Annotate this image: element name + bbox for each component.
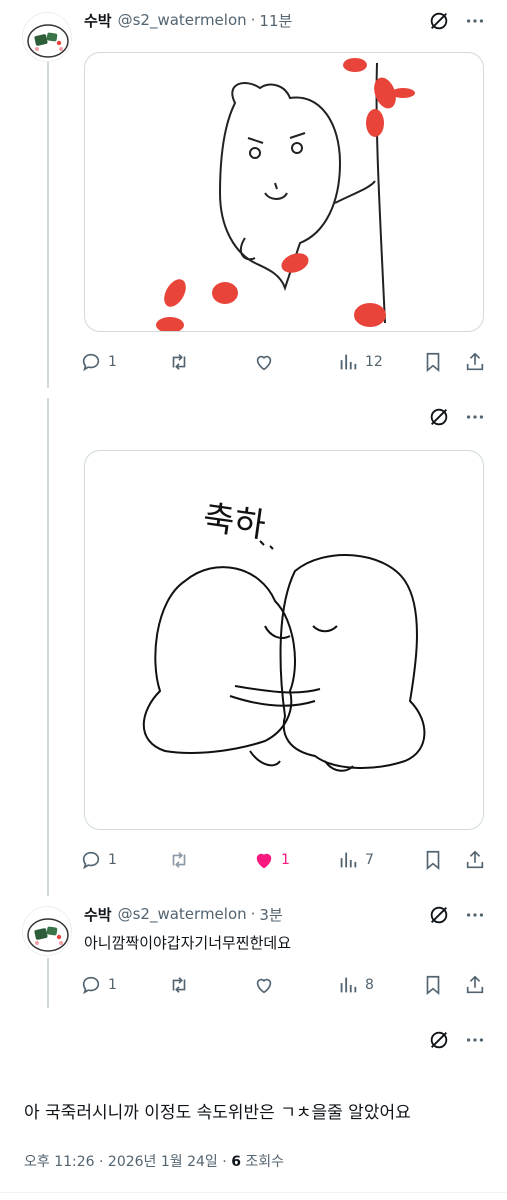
thread-line xyxy=(47,958,49,1008)
post-image[interactable] xyxy=(84,52,484,332)
post-time[interactable]: 오후 11:26 xyxy=(24,1154,95,1170)
retweet-button[interactable] xyxy=(168,847,196,873)
separator: · xyxy=(99,1154,104,1170)
like-count: 1 xyxy=(281,852,290,868)
bookmark-icon xyxy=(426,352,440,373)
views-count: 7 xyxy=(365,852,374,868)
thread-line xyxy=(47,398,49,896)
grok-icon[interactable] xyxy=(426,404,452,430)
share-button[interactable] xyxy=(464,847,486,873)
share-icon xyxy=(466,352,484,371)
post-date[interactable]: 2026년 1월 24일 xyxy=(108,1154,218,1170)
divider xyxy=(0,1192,507,1193)
more-icon[interactable] xyxy=(462,404,488,430)
author-name[interactable]: 수박 xyxy=(84,10,112,31)
views-count: 12 xyxy=(365,354,383,370)
views-label: 조회수 xyxy=(245,1154,285,1170)
bookmark-icon xyxy=(426,850,440,871)
grok-icon[interactable] xyxy=(426,1027,452,1053)
thread-line xyxy=(47,60,49,388)
retweet-icon xyxy=(172,852,186,868)
author-handle[interactable]: @s2_watermelon xyxy=(118,11,247,29)
image-caption: 축하 xyxy=(201,498,269,546)
retweet-button[interactable] xyxy=(168,349,196,375)
bookmark-button[interactable] xyxy=(422,847,444,873)
reply-button[interactable]: 1 xyxy=(80,349,117,375)
tweet-text: 아니깜짝이야갑자기너무찐한데요 xyxy=(84,934,292,952)
retweet-icon xyxy=(172,977,186,993)
reply-count: 1 xyxy=(108,852,117,868)
like-icon xyxy=(256,978,272,994)
share-icon xyxy=(466,975,484,994)
like-button[interactable] xyxy=(253,972,281,998)
more-icon[interactable] xyxy=(462,8,488,34)
views-count: 8 xyxy=(365,977,374,993)
grok-icon[interactable] xyxy=(426,8,452,34)
like-icon xyxy=(256,355,272,371)
avatar[interactable] xyxy=(22,906,72,956)
main-post-text: 아 국죽러시니까 이정도 속도위반은 ㄱㅊ을줄 알았어요 xyxy=(24,1103,411,1123)
reply-button[interactable]: 1 xyxy=(80,847,117,873)
more-icon[interactable] xyxy=(462,902,488,928)
share-button[interactable] xyxy=(464,972,486,998)
post-meta: 오후 11:26 · 2026년 1월 24일 · 6 조회수 xyxy=(24,1151,284,1171)
post-header: 수박 @s2_watermelon · 11분 xyxy=(84,9,292,31)
retweet-icon xyxy=(172,354,186,370)
share-icon xyxy=(466,850,484,869)
reply-count: 1 xyxy=(108,354,117,370)
views-count: 6 xyxy=(231,1154,241,1170)
reply-icon xyxy=(82,851,100,870)
views-button[interactable]: 8 xyxy=(337,972,374,998)
bookmark-icon xyxy=(426,975,440,996)
grok-icon[interactable] xyxy=(426,902,452,928)
author-handle[interactable]: @s2_watermelon xyxy=(118,905,247,923)
post-image[interactable]: 축하 xyxy=(84,450,484,830)
like-button[interactable]: 1 xyxy=(253,847,290,873)
separator: · xyxy=(250,11,256,29)
share-button[interactable] xyxy=(464,349,486,375)
post-actions: 1 12 xyxy=(80,349,490,375)
more-icon[interactable] xyxy=(462,1027,488,1053)
reply-icon xyxy=(82,353,100,372)
post-time[interactable]: 3분 xyxy=(259,904,282,925)
views-button[interactable]: 7 xyxy=(337,847,374,873)
bookmark-button[interactable] xyxy=(422,349,444,375)
post-actions: 1 8 xyxy=(80,972,490,998)
separator: · xyxy=(222,1154,227,1170)
post-header: 수박 @s2_watermelon · 3분 xyxy=(84,903,283,925)
reply-count: 1 xyxy=(108,977,117,993)
like-button[interactable] xyxy=(253,349,281,375)
views-icon xyxy=(340,354,357,370)
post-time[interactable]: 11분 xyxy=(259,10,292,31)
retweet-button[interactable] xyxy=(168,972,196,998)
bookmark-button[interactable] xyxy=(422,972,444,998)
separator: · xyxy=(250,905,256,923)
avatar[interactable] xyxy=(22,12,72,62)
views-icon xyxy=(340,977,357,993)
like-icon xyxy=(256,853,272,869)
reply-icon xyxy=(82,976,100,995)
post-actions: 1 1 7 xyxy=(80,847,490,873)
reply-button[interactable]: 1 xyxy=(80,972,117,998)
author-name[interactable]: 수박 xyxy=(84,904,112,925)
views-icon xyxy=(340,852,357,868)
views-button[interactable]: 12 xyxy=(337,349,383,375)
